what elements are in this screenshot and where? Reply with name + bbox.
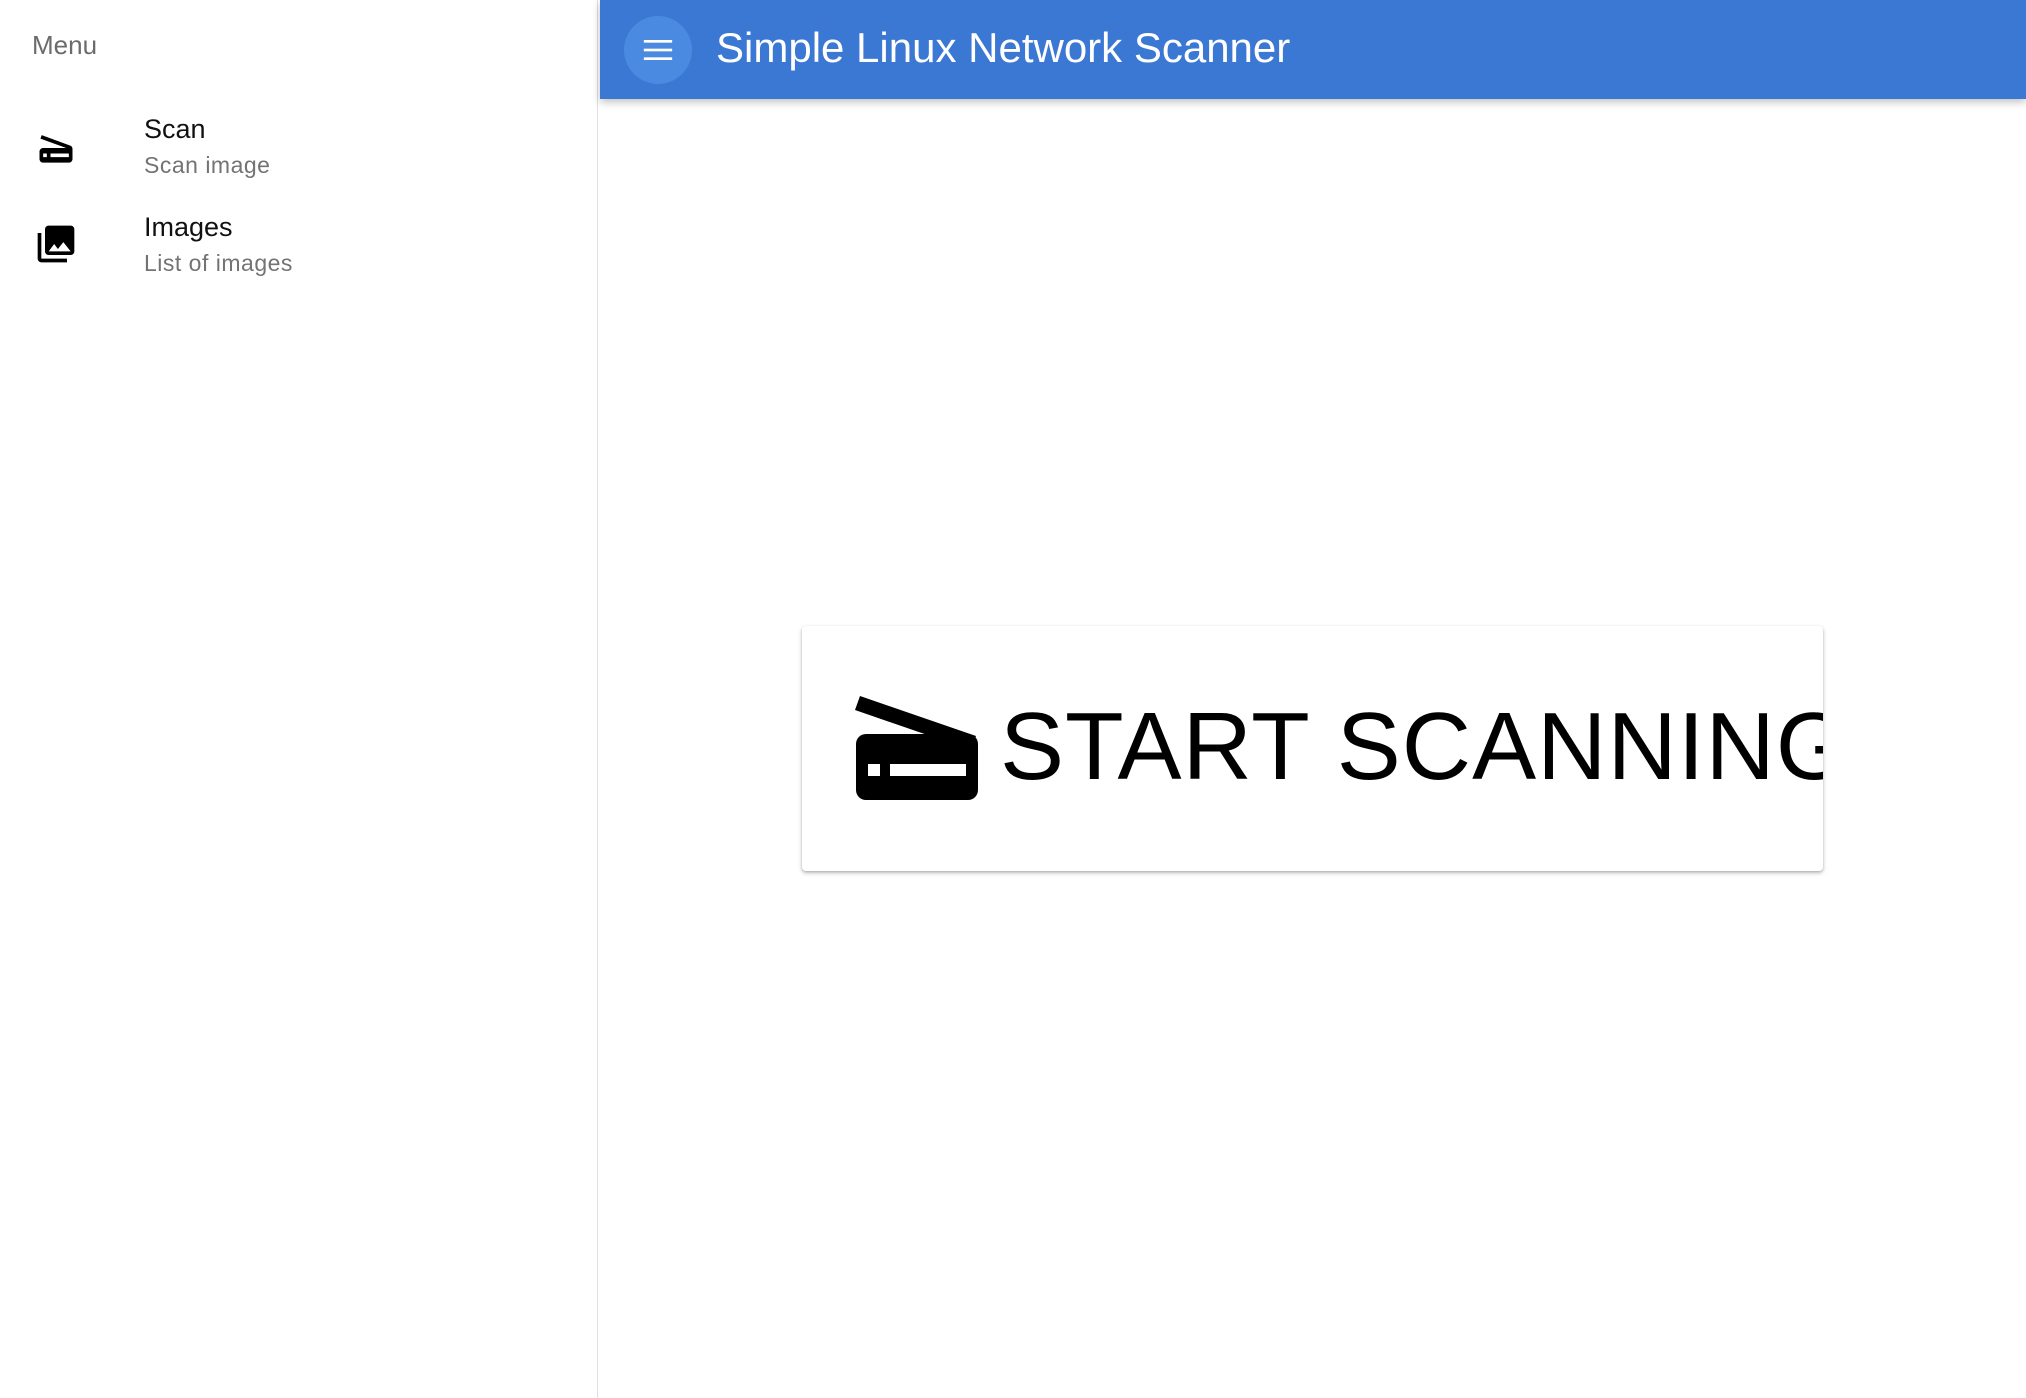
nav-item-title: Scan: [144, 114, 206, 144]
navigation-drawer: Menu Scan Scan image Images List of imag…: [0, 0, 598, 1398]
app-title: Simple Linux Network Scanner: [716, 24, 1291, 71]
photo-library-icon: [34, 222, 78, 266]
start-scanning-label: START SCANNING: [1000, 693, 1823, 800]
main-content: START SCANNING: [600, 99, 2026, 1398]
hamburger-menu-icon: [643, 40, 673, 60]
app-root: Menu Scan Scan image Images List of imag…: [0, 0, 2026, 1398]
nav-item-scan[interactable]: Scan Scan image: [0, 98, 597, 198]
nav-item-subtitle: List of images: [144, 250, 293, 276]
nav-item-subtitle: Scan image: [144, 152, 271, 178]
scanner-icon: [34, 126, 78, 170]
menu-button[interactable]: [624, 16, 692, 84]
app-bar: Simple Linux Network Scanner: [600, 0, 2026, 99]
nav-item-title: Images: [144, 212, 233, 242]
start-scanning-button[interactable]: START SCANNING: [802, 626, 1823, 871]
drawer-header: Menu: [32, 30, 98, 60]
nav-item-images[interactable]: Images List of images: [0, 198, 597, 298]
scanner-icon: [854, 696, 980, 800]
